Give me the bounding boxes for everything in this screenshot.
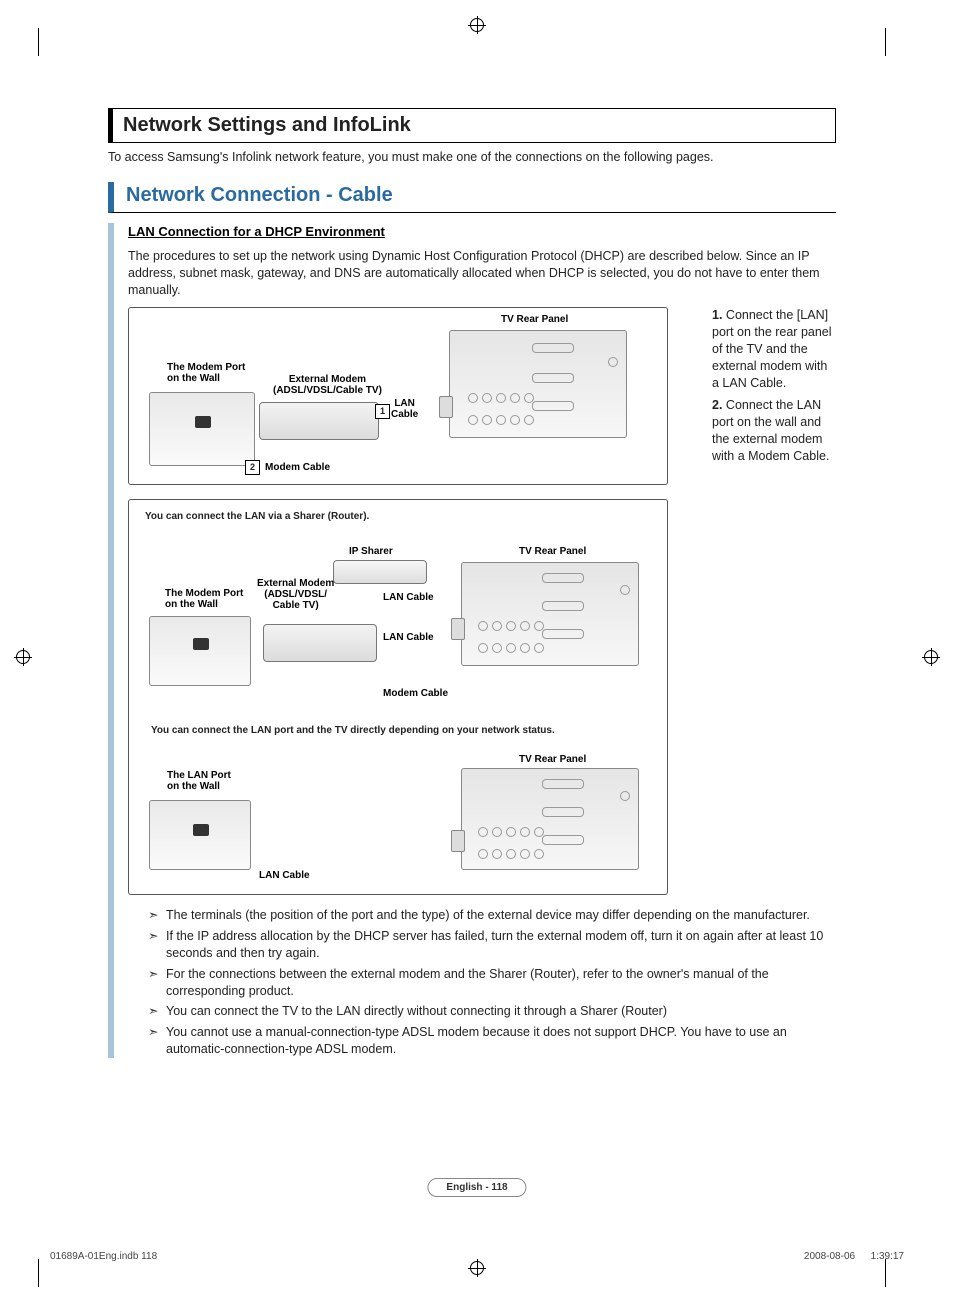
label-tv-rear-panel: TV Rear Panel [519,546,586,557]
lan-port-icon [451,830,465,852]
crop-mark [38,1259,39,1287]
note-bullet-icon: ➣ [148,966,166,1000]
crop-mark [885,1259,886,1287]
note-text: The terminals (the position of the port … [166,907,836,924]
subsection-body: LAN Connection for a DHCP Environment Th… [108,223,836,1058]
wall-port-icon [195,416,211,428]
note-bullet-icon: ➣ [148,1024,166,1058]
intro-text: To access Samsung's Infolink network fea… [108,149,836,166]
step-text: Connect the LAN port on the wall and the… [712,398,829,463]
registration-mark-icon [922,648,940,666]
section-title: Network Settings and InfoLink [123,112,825,139]
connection-diagram-2: You can connect the LAN via a Sharer (Ro… [128,499,668,895]
note-item: ➣You cannot use a manual-connection-type… [148,1024,836,1058]
wall-plate-graphic [149,616,251,686]
note-text: You can connect the TV to the LAN direct… [166,1003,836,1020]
label-modem-cable: Modem Cable [383,688,448,699]
page: Network Settings and InfoLink To access … [0,0,954,1315]
note-text: If the IP address allocation by the DHCP… [166,928,836,962]
label-modem-port-wall: The Modem Port on the Wall [167,362,245,384]
connection-diagram-1: TV Rear Panel The Modem Port on the Wall… [128,307,668,485]
note-item: ➣If the IP address allocation by the DHC… [148,928,836,962]
note-item: ➣The terminals (the position of the port… [148,907,836,924]
page-number-pill: English - 118 [427,1178,526,1198]
step-callout-2: 2 [245,460,260,475]
step-callout-1: 1 [375,404,390,419]
label-lan-port-wall: The LAN Port on the Wall [167,770,231,792]
step-item: 2. Connect the LAN port on the wall and … [710,397,836,465]
modem-graphic [259,402,379,440]
registration-mark-icon [14,648,32,666]
label-lan-cable-2: LAN Cable [383,632,434,643]
subsubsection-title: LAN Connection for a DHCP Environment [128,223,836,241]
note-bullet-icon: ➣ [148,1003,166,1020]
section-title-bar: Network Settings and InfoLink [108,108,836,143]
notes-list: ➣The terminals (the position of the port… [148,907,836,1058]
label-external-modem: External Modem (ADSL/VDSL/ Cable TV) [257,578,334,611]
footer-left: 01689A-01Eng.indb 118 [50,1250,157,1264]
step-text: Connect the [LAN] port on the rear panel… [712,308,832,390]
router-graphic [333,560,427,584]
note-item: ➣You can connect the TV to the LAN direc… [148,1003,836,1020]
diagram2-caption-1: You can connect the LAN via a Sharer (Ro… [145,510,657,524]
note-text: You cannot use a manual-connection-type … [166,1024,836,1058]
label-lan-cable: LAN Cable [391,398,418,420]
wall-port-icon [193,638,209,650]
note-item: ➣For the connections between the externa… [148,966,836,1000]
content-area: Network Settings and InfoLink To access … [108,108,836,1062]
label-modem-cable: Modem Cable [265,462,330,473]
subsection-heading: Network Connection - Cable [108,182,836,213]
footer-right: 2008-08-06 1:39:17 [804,1250,904,1264]
label-tv-rear-panel: TV Rear Panel [501,314,568,325]
label-external-modem: External Modem (ADSL/VDSL/Cable TV) [273,374,382,396]
diagram2-caption-2: You can connect the LAN port and the TV … [151,724,651,738]
crop-mark [885,28,886,56]
label-lan-cable: LAN Cable [383,592,434,603]
diagram-and-steps-row: TV Rear Panel The Modem Port on the Wall… [128,307,836,485]
tv-rear-panel-graphic [461,768,639,870]
crop-mark [38,28,39,56]
label-lan-cable-3: LAN Cable [259,870,310,881]
note-text: For the connections between the external… [166,966,836,1000]
label-modem-port-wall: The Modem Port on the Wall [165,588,243,610]
subsection-title: Network Connection - Cable [126,182,836,209]
footer: 01689A-01Eng.indb 118 2008-08-06 1:39:17 [50,1250,904,1264]
registration-mark-icon [468,16,486,34]
description-paragraph: The procedures to set up the network usi… [128,248,836,299]
tv-rear-panel-graphic [461,562,639,666]
label-ip-sharer: IP Sharer [349,546,393,557]
tv-rear-panel-graphic [449,330,627,438]
lan-port-icon [439,396,453,418]
wall-plate-graphic [149,392,255,466]
modem-graphic [263,624,377,662]
label-tv-rear-panel: TV Rear Panel [519,754,586,765]
wall-port-icon [193,824,209,836]
lan-port-icon [451,618,465,640]
steps-list: 1. Connect the [LAN] port on the rear pa… [690,307,836,471]
note-bullet-icon: ➣ [148,907,166,924]
step-item: 1. Connect the [LAN] port on the rear pa… [710,307,836,391]
note-bullet-icon: ➣ [148,928,166,962]
